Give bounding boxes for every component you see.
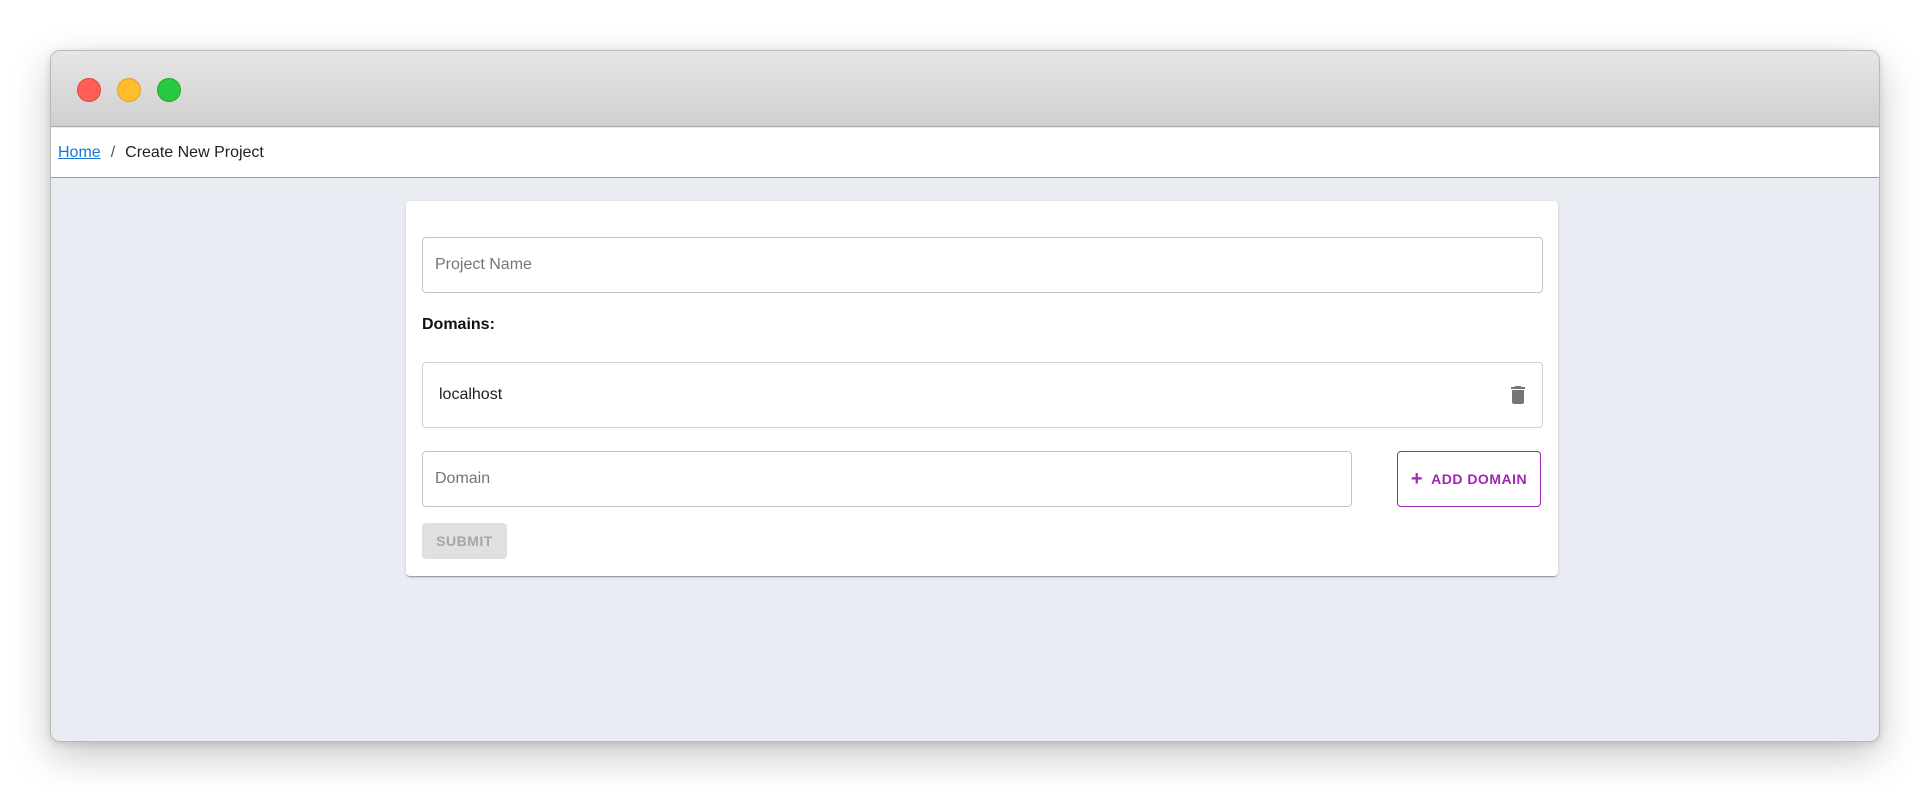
domain-list-item: localhost (422, 362, 1543, 428)
plus-icon: + (1410, 468, 1424, 490)
close-window-button[interactable] (77, 78, 101, 102)
minimize-window-button[interactable] (117, 78, 141, 102)
domains-label: Domains: (422, 316, 495, 333)
submit-button[interactable]: SUBMIT (422, 523, 507, 559)
domain-item-label: localhost (439, 386, 503, 403)
domain-input[interactable] (422, 451, 1352, 507)
breadcrumb-home-link[interactable]: Home (58, 144, 101, 162)
breadcrumb: Home / Create New Project (51, 128, 1879, 178)
title-bar (51, 51, 1879, 127)
browser-window: Home / Create New Project Domains: local… (50, 50, 1880, 742)
project-name-input[interactable] (422, 237, 1543, 293)
breadcrumb-separator: / (110, 143, 116, 161)
maximize-window-button[interactable] (157, 78, 181, 102)
trash-icon[interactable] (1506, 383, 1530, 407)
create-project-form: Domains: localhost + ADD DOMAIN SUBMIT (406, 201, 1558, 576)
add-domain-button[interactable]: + ADD DOMAIN (1397, 451, 1541, 507)
breadcrumb-current: Create New Project (125, 143, 264, 161)
add-domain-label: ADD DOMAIN (1431, 471, 1528, 487)
